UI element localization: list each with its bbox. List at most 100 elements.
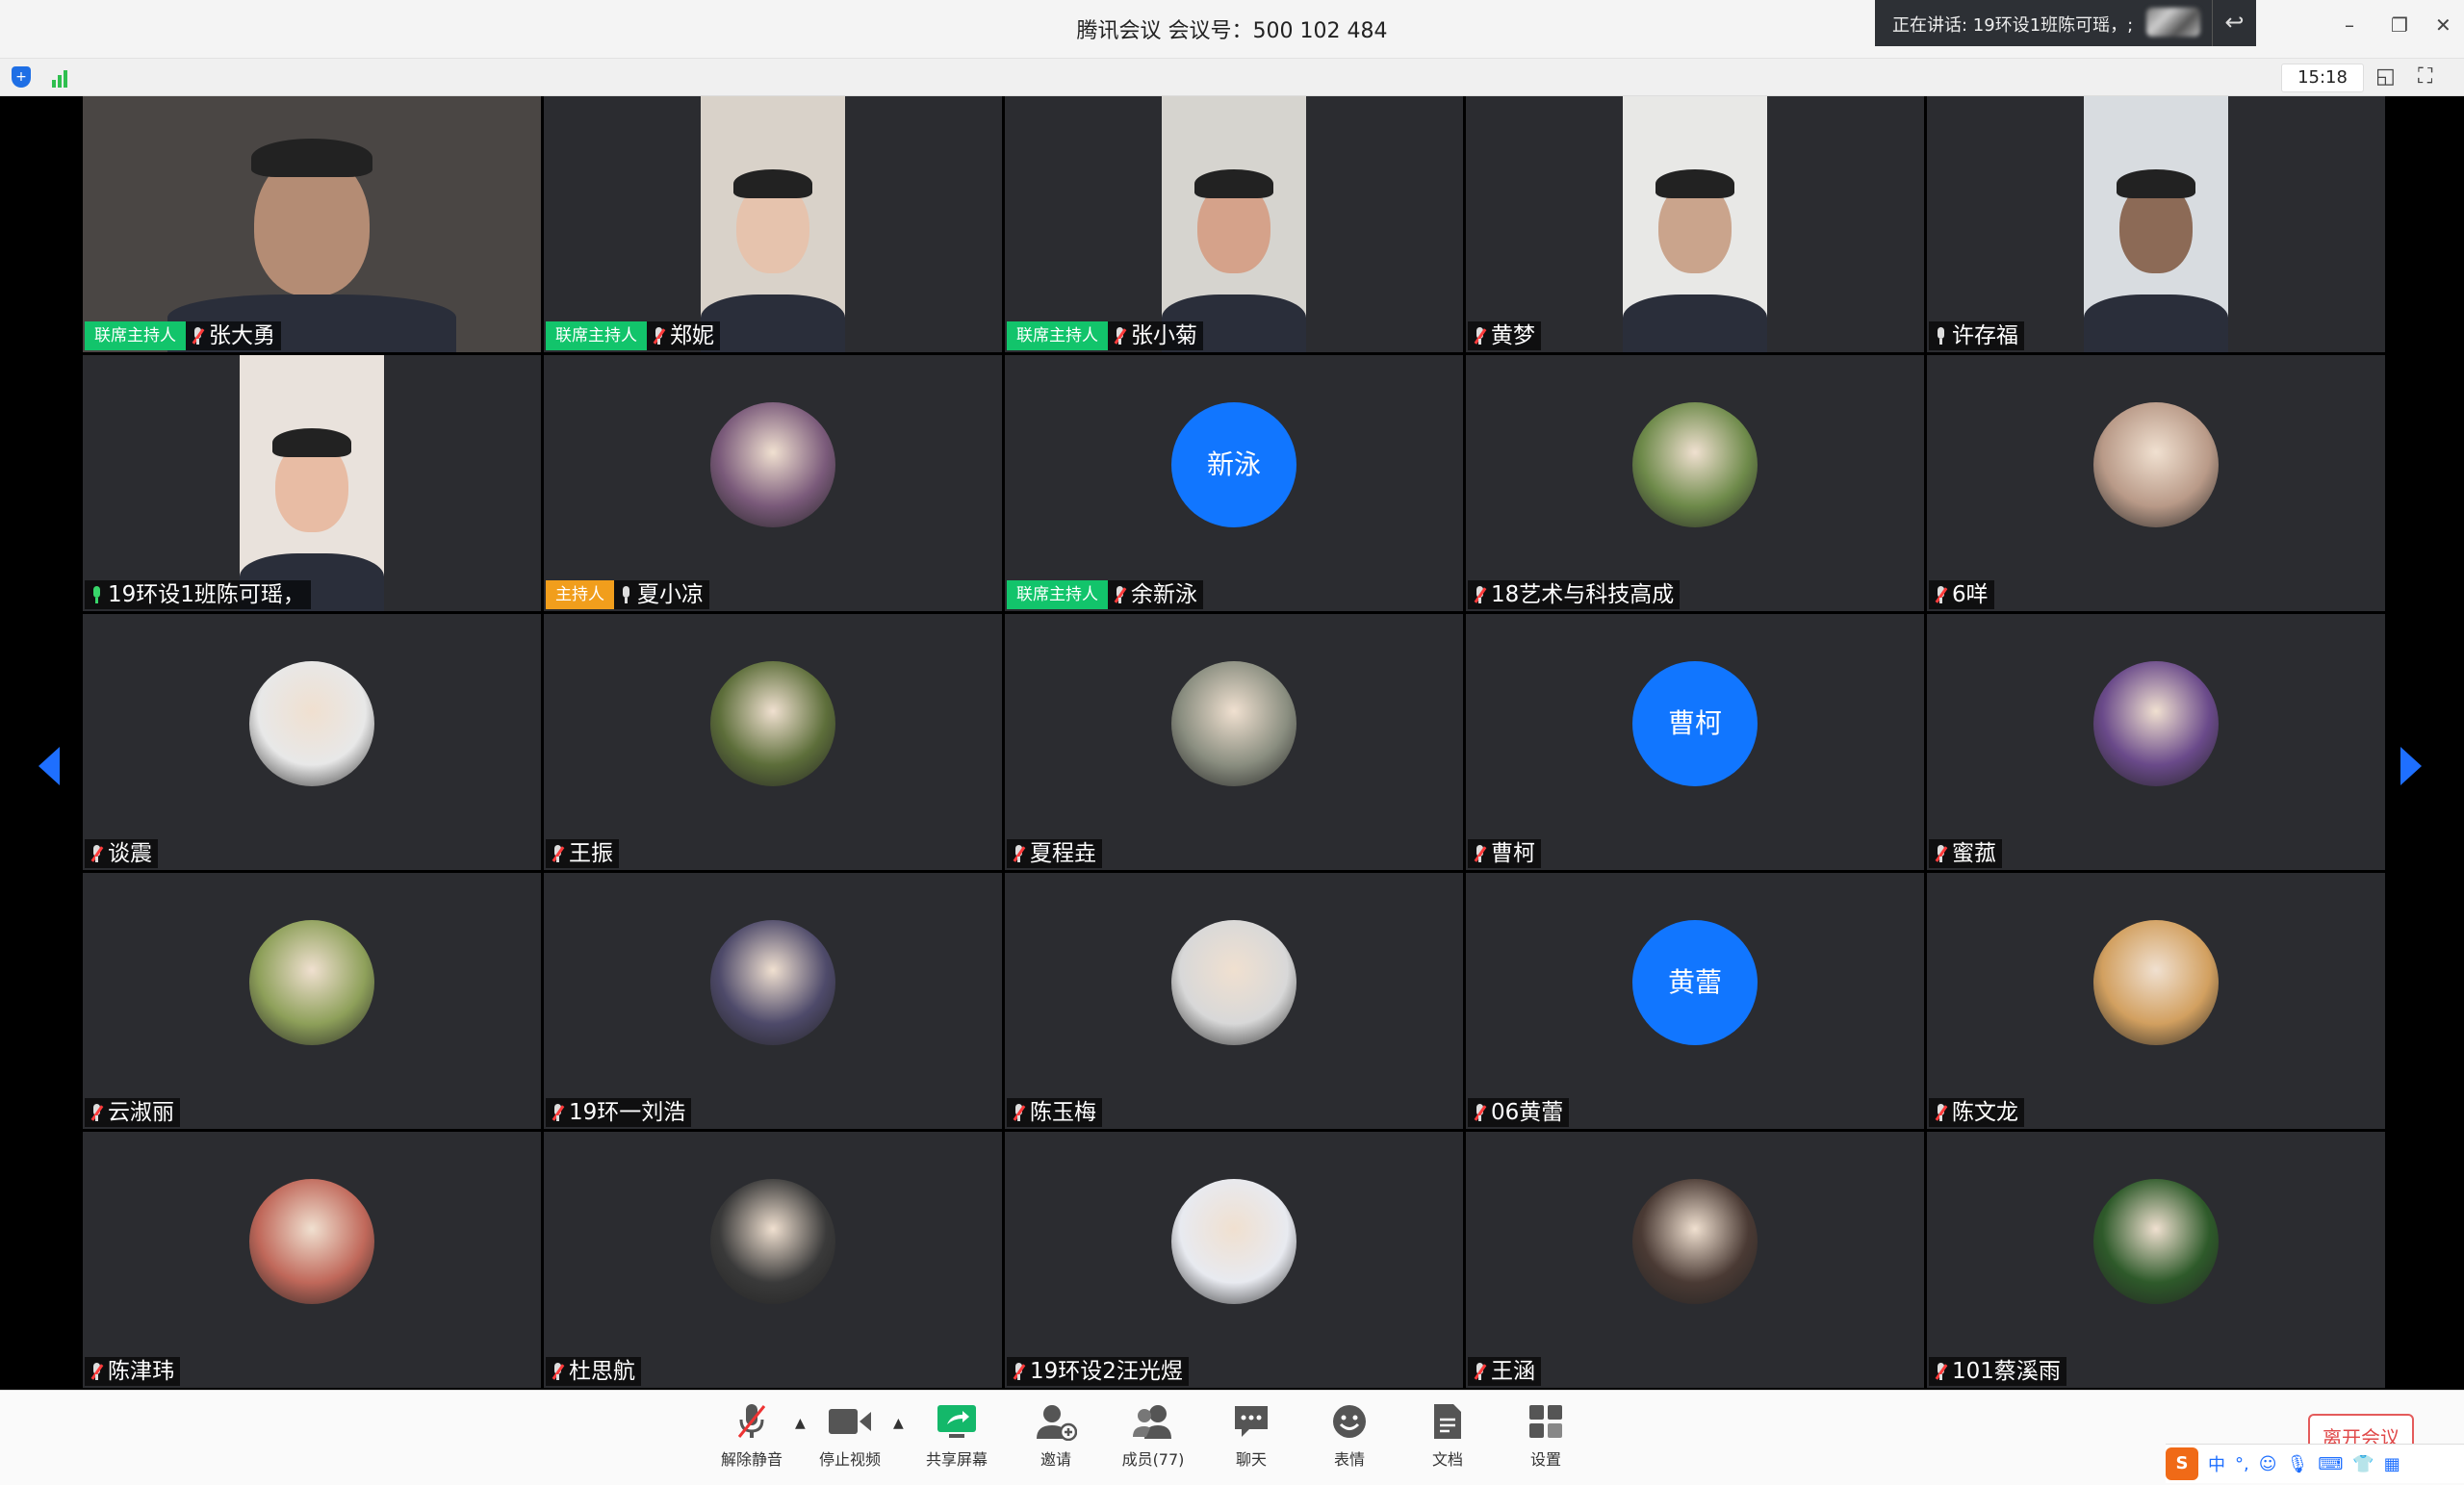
next-page-arrow-icon[interactable] — [2400, 747, 2422, 785]
share-screen-button[interactable]: 共享屏幕 — [913, 1398, 1000, 1470]
title-bar: 腾讯会议 会议号：500 102 484 正在讲话: 19环设1班陈可瑶，; ↩… — [0, 0, 2464, 59]
participant-name: 陈文龙 — [1929, 1098, 2024, 1127]
participant-tile[interactable]: 陈文龙 — [1927, 873, 2385, 1129]
participant-tile[interactable]: 谈震 — [83, 614, 541, 870]
layout-toggle-icon[interactable]: ◱ — [2375, 64, 2396, 89]
fullscreen-icon[interactable]: ⛶ — [2418, 64, 2432, 89]
ime-tools-icon[interactable]: ▦ — [2384, 1454, 2400, 1474]
ime-punctuation[interactable]: °, — [2235, 1454, 2249, 1474]
document-icon — [1404, 1398, 1491, 1445]
members-button[interactable]: 成员(77) — [1110, 1398, 1196, 1470]
participant-name-text: 王涵 — [1491, 1359, 1535, 1384]
close-button[interactable]: ✕ — [2435, 13, 2451, 37]
avatar — [249, 1179, 374, 1304]
participant-tile[interactable]: 王涵 — [1466, 1132, 1924, 1388]
participant-name-text: 黄梦 — [1491, 323, 1535, 348]
collapse-arrow-icon[interactable]: ↩ — [2212, 0, 2256, 46]
participant-name: 06黄蕾 — [1468, 1098, 1570, 1127]
participant-tile[interactable]: 联席主持人 张小菊 — [1005, 96, 1463, 352]
participant-label: 主持人 夏小凉 — [546, 580, 709, 609]
cohost-badge: 联席主持人 — [1007, 321, 1108, 350]
minimize-button[interactable]: – — [2345, 13, 2354, 37]
participant-tile[interactable]: 云淑丽 — [83, 873, 541, 1129]
mic-muted-icon — [1013, 1363, 1026, 1380]
participant-label: 联席主持人 郑妮 — [546, 321, 720, 350]
participant-tile[interactable]: 夏程垚 — [1005, 614, 1463, 870]
ime-voice-icon[interactable]: 🎙 — [2287, 1454, 2309, 1474]
participant-label: 06黄蕾 — [1468, 1098, 1570, 1127]
audio-options-caret-icon[interactable]: ▲ — [795, 1416, 806, 1431]
participant-tile[interactable]: 陈玉梅 — [1005, 873, 1463, 1129]
docs-label: 文档 — [1431, 1450, 1463, 1469]
participant-tile[interactable]: 蜜菰 — [1927, 614, 2385, 870]
participant-tile[interactable]: 19环设2汪光煜 — [1005, 1132, 1463, 1388]
ime-emoji-icon[interactable]: ☺ — [2259, 1454, 2277, 1474]
participant-tile[interactable]: 101蔡溪雨 — [1927, 1132, 2385, 1388]
stop-video-button[interactable]: 停止视频 — [807, 1398, 893, 1470]
participant-label: 陈文龙 — [1929, 1098, 2024, 1127]
unmute-button[interactable]: 解除静音 — [708, 1398, 795, 1470]
mic-muted-icon — [90, 1104, 104, 1121]
mic-muted-icon — [1114, 327, 1127, 345]
previous-page-arrow-icon[interactable] — [38, 747, 60, 785]
video-options-caret-icon[interactable]: ▲ — [893, 1416, 904, 1431]
participant-tile[interactable]: 黄蕾 06黄蕾 — [1466, 873, 1924, 1129]
participant-tile[interactable]: 联席主持人 郑妮 — [544, 96, 1002, 352]
participant-name-text: 陈玉梅 — [1030, 1100, 1096, 1125]
ime-keyboard-icon[interactable]: ⌨ — [2318, 1454, 2343, 1474]
participant-name: 19环一刘浩 — [546, 1098, 692, 1127]
participant-tile[interactable]: 杜思航 — [544, 1132, 1002, 1388]
chat-label: 聊天 — [1235, 1450, 1267, 1469]
participant-label: 联席主持人 张小菊 — [1007, 321, 1203, 350]
restore-button[interactable]: ❐ — [2391, 13, 2408, 37]
mic-icon — [620, 586, 631, 603]
cohost-badge: 联席主持人 — [1007, 580, 1108, 609]
participant-tile[interactable]: 主持人 夏小凉 — [544, 355, 1002, 611]
participant-name: 王振 — [546, 839, 619, 868]
security-shield-icon[interactable]: + — [12, 66, 31, 88]
participant-tile[interactable]: 陈津玮 — [83, 1132, 541, 1388]
mic-muted-icon — [1114, 586, 1127, 603]
mic-muted-icon — [1935, 1363, 1948, 1380]
avatar-initials: 曹柯 — [1632, 661, 1758, 786]
participant-tile[interactable]: 19环设1班陈可瑶， — [83, 355, 541, 611]
settings-button[interactable]: 设置 — [1502, 1398, 1589, 1470]
add-person-icon — [1013, 1398, 1099, 1445]
participant-tile[interactable]: 6咩 — [1927, 355, 2385, 611]
emoji-button[interactable]: 表情 — [1306, 1398, 1393, 1470]
invite-button[interactable]: 邀请 — [1013, 1398, 1099, 1470]
cohost-badge: 联席主持人 — [85, 321, 186, 350]
participant-name-text: 许存福 — [1952, 323, 2018, 348]
participant-video — [1623, 96, 1767, 352]
participant-label: 19环一刘浩 — [546, 1098, 692, 1127]
participant-label: 联席主持人 张大勇 — [85, 321, 281, 350]
participant-tile[interactable]: 曹柯 曹柯 — [1466, 614, 1924, 870]
participant-name-text: 郑妮 — [670, 323, 714, 348]
participant-name-text: 101蔡溪雨 — [1952, 1359, 2061, 1384]
participant-tile[interactable]: 黄梦 — [1466, 96, 1924, 352]
participant-video — [701, 96, 845, 352]
mic-muted-icon — [1013, 845, 1026, 862]
docs-button[interactable]: 文档 — [1404, 1398, 1491, 1470]
ime-logo-icon[interactable]: S — [2166, 1447, 2198, 1480]
participant-name-text: 19环设1班陈可瑶， — [108, 582, 305, 607]
participant-tile[interactable]: 新泳 联席主持人 余新泳 — [1005, 355, 1463, 611]
chat-button[interactable]: 聊天 — [1208, 1398, 1295, 1470]
participant-name-text: 陈津玮 — [108, 1359, 174, 1384]
participant-tile[interactable]: 联席主持人 张大勇 — [83, 96, 541, 352]
avatar — [2093, 920, 2219, 1045]
participant-label: 王振 — [546, 839, 619, 868]
participant-tile[interactable]: 王振 — [544, 614, 1002, 870]
participant-tile[interactable]: 19环一刘浩 — [544, 873, 1002, 1129]
participant-name-text: 蜜菰 — [1952, 841, 1996, 866]
participant-name: 张小菊 — [1108, 321, 1203, 350]
ime-language[interactable]: 中 — [2208, 1451, 2225, 1476]
ime-skin-icon[interactable]: 👕 — [2352, 1454, 2374, 1474]
emoji-label: 表情 — [1333, 1450, 1365, 1469]
participant-tile[interactable]: 18艺术与科技高成 — [1466, 355, 1924, 611]
participant-name-text: 张小菊 — [1131, 323, 1197, 348]
participant-label: 夏程垚 — [1007, 839, 1102, 868]
participant-tile[interactable]: 许存福 — [1927, 96, 2385, 352]
host-badge: 主持人 — [546, 580, 614, 609]
avatar — [710, 1179, 835, 1304]
